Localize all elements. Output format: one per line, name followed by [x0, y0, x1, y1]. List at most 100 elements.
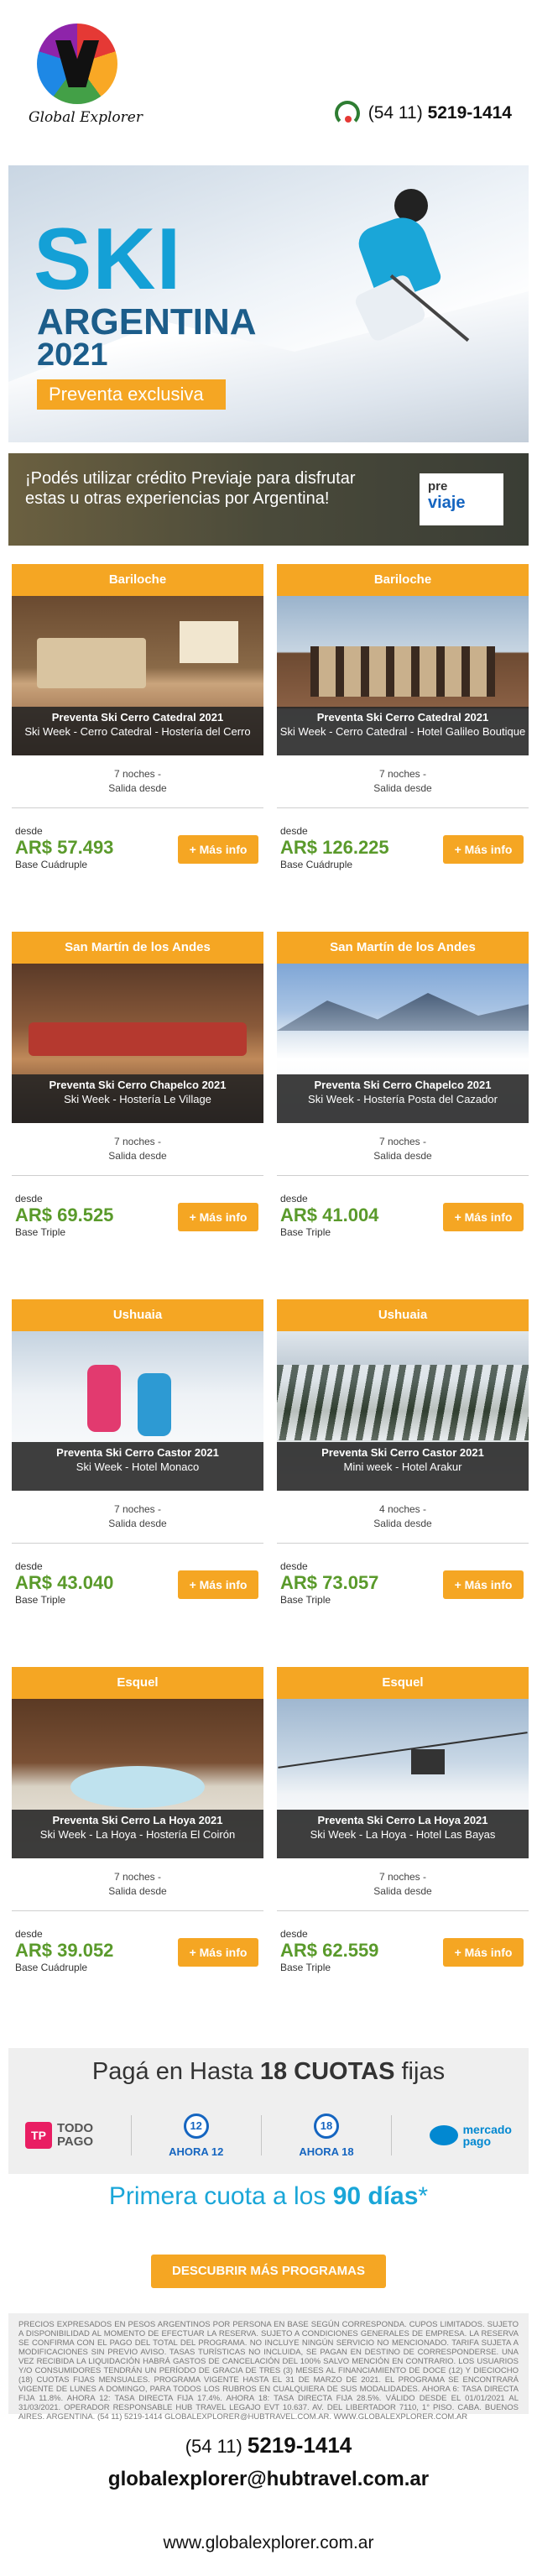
card-photo[interactable]: Preventa Ski Cerro Castor 2021 Ski Week … — [12, 1331, 263, 1491]
ahora12-icon: 12 — [183, 2113, 209, 2139]
first-fee-banner: Primera cuota a los 90 días* — [0, 2182, 537, 2211]
card-divider — [12, 807, 263, 808]
card-nights: 4 noches - — [378, 1503, 427, 1515]
card-photo[interactable]: Preventa Ski Cerro Castor 2021 Mini week… — [277, 1331, 529, 1491]
price-value: AR$ 57.493 — [15, 837, 114, 858]
card-destination: Bariloche — [12, 564, 263, 596]
card-departure: Salida desde — [373, 1885, 432, 1897]
more-info-button[interactable]: + Más info — [178, 1203, 258, 1231]
first-fee-pre: Primera cuota a los — [108, 2182, 326, 2210]
more-info-button[interactable]: + Más info — [178, 1570, 258, 1599]
header-phone[interactable]: (54 11) 5219-1414 — [334, 101, 512, 126]
price-base: Base Triple — [15, 1226, 66, 1238]
price-from-label: desde — [15, 825, 43, 837]
card-caption: Preventa Ski Cerro Chapelco 2021 Ski Wee… — [12, 1074, 263, 1123]
more-info-button[interactable]: + Más info — [443, 1938, 524, 1967]
card-destination: San Martín de los Andes — [277, 932, 529, 964]
more-info-button[interactable]: + Más info — [178, 835, 258, 864]
card-caption: Preventa Ski Cerro Chapelco 2021 Ski Wee… — [277, 1074, 529, 1123]
card-departure: Salida desde — [108, 1885, 167, 1897]
card-photo[interactable]: Preventa Ski Cerro Catedral 2021 Ski Wee… — [12, 596, 263, 755]
hero-tag: Preventa exclusiva — [37, 379, 226, 410]
card-description: Ski Week - Hotel Monaco — [76, 1460, 200, 1473]
ahora12-logo: 12 AHORA 12 — [169, 2113, 223, 2158]
payment-title-post: fijas — [401, 2058, 446, 2085]
more-info-button[interactable]: + Más info — [443, 1570, 524, 1599]
card-destination: Esquel — [12, 1667, 263, 1699]
card-meta: 7 noches - Salida desde — [12, 1870, 263, 1902]
product-grid: Bariloche Preventa Ski Cerro Catedral 20… — [12, 564, 529, 2035]
more-info-button[interactable]: + Más info — [443, 835, 524, 864]
hero-banner[interactable]: SKI ARGENTINA 2021 Preventa exclusiva — [8, 165, 529, 442]
card-photo[interactable]: Preventa Ski Cerro Chapelco 2021 Ski Wee… — [277, 964, 529, 1123]
card-nights: 7 noches - — [378, 1871, 427, 1883]
legal-disclaimer: PRECIOS EXPRESADOS EN PESOS ARGENTINOS P… — [8, 2313, 529, 2422]
footer-email-link[interactable]: globalexplorer@hubtravel.com.ar — [0, 2468, 537, 2491]
card-divider — [277, 1543, 529, 1544]
card-nights: 7 noches - — [378, 768, 427, 780]
card-caption: Preventa Ski Cerro Catedral 2021 Ski Wee… — [277, 707, 529, 755]
todopago-line1: TODO — [57, 2121, 94, 2135]
product-card: Bariloche Preventa Ski Cerro Catedral 20… — [12, 564, 263, 917]
more-info-button[interactable]: + Más info — [443, 1203, 524, 1231]
price-base: Base Cuádruple — [15, 859, 88, 870]
card-title: Preventa Ski Cerro Catedral 2021 — [316, 711, 489, 724]
card-price: desde AR$ 69.525 Base Triple + Más info — [12, 1188, 263, 1246]
card-nights: 7 noches - — [113, 1503, 162, 1515]
hero-skier-image — [336, 182, 470, 350]
card-meta: 7 noches - Salida desde — [12, 1135, 263, 1167]
payment-block: Pagá en Hasta 18 CUOTAS fijas TP TODO PA… — [8, 2048, 529, 2174]
footer-phone[interactable]: (54 11) 5219-1414 — [0, 2432, 537, 2458]
card-title: Preventa Ski Cerro Chapelco 2021 — [314, 1079, 492, 1091]
card-description: Mini week - Hotel Arakur — [343, 1460, 462, 1473]
mercadopago-line2: pago — [462, 2134, 492, 2148]
card-price: desde AR$ 126.225 Base Cuádruple + Más i… — [277, 820, 529, 879]
hero-subtitle: ARGENTINA — [37, 301, 257, 342]
card-caption: Preventa Ski Cerro Castor 2021 Mini week… — [277, 1442, 529, 1491]
price-base: Base Cuádruple — [280, 859, 353, 870]
todopago-logo: TP TODO PAGO — [25, 2122, 93, 2149]
card-photo[interactable]: Preventa Ski Cerro La Hoya 2021 Ski Week… — [12, 1699, 263, 1858]
product-card: Ushuaia Preventa Ski Cerro Castor 2021 S… — [12, 1299, 263, 1652]
card-nights: 7 noches - — [113, 1871, 162, 1883]
card-photo[interactable]: Preventa Ski Cerro Chapelco 2021 Ski Wee… — [12, 964, 263, 1123]
todopago-icon: TP — [25, 2122, 52, 2149]
product-row: Esquel Preventa Ski Cerro La Hoya 2021 S… — [12, 1667, 529, 2035]
product-row: San Martín de los Andes Preventa Ski Cer… — [12, 932, 529, 1299]
card-divider — [277, 807, 529, 808]
first-fee-asterisk: * — [418, 2182, 429, 2210]
more-info-button[interactable]: + Más info — [178, 1938, 258, 1967]
price-value: AR$ 62.559 — [280, 1940, 379, 1961]
ahora18-icon: 18 — [313, 2113, 339, 2139]
card-description: Ski Week - La Hoya - Hotel Las Bayas — [310, 1828, 496, 1841]
ahora18-logo: 18 AHORA 18 — [299, 2113, 354, 2158]
card-departure: Salida desde — [373, 1518, 432, 1529]
card-caption: Preventa Ski Cerro La Hoya 2021 Ski Week… — [12, 1810, 263, 1858]
product-card: San Martín de los Andes Preventa Ski Cer… — [12, 932, 263, 1284]
discover-more-button[interactable]: DESCUBRIR MÁS PROGRAMAS — [151, 2255, 386, 2288]
logo-mark-icon — [37, 24, 117, 104]
card-destination: Ushuaia — [12, 1299, 263, 1331]
footer-website-link[interactable]: www.globalexplorer.com.ar — [0, 2533, 537, 2553]
footer-phone-prefix: (54 11) — [185, 2436, 242, 2457]
global-explorer-logo[interactable]: Global Explorer — [29, 24, 143, 133]
headset-icon — [334, 101, 360, 126]
hero-title: SKI — [34, 211, 182, 308]
card-photo[interactable]: Preventa Ski Cerro La Hoya 2021 Ski Week… — [277, 1699, 529, 1858]
card-description: Ski Week - Hostería Le Village — [64, 1093, 211, 1105]
previaje-banner[interactable]: ¡Podés utilizar crédito Previaje para di… — [8, 453, 529, 546]
card-price: desde AR$ 57.493 Base Cuádruple + Más in… — [12, 820, 263, 879]
price-base: Base Triple — [280, 1962, 331, 1973]
previaje-logo: pre viaje — [420, 473, 503, 525]
price-value: AR$ 43.040 — [15, 1572, 114, 1593]
card-departure: Salida desde — [108, 782, 167, 794]
card-photo[interactable]: Preventa Ski Cerro Catedral 2021 Ski Wee… — [277, 596, 529, 755]
header-phone-number: 5219-1414 — [427, 103, 512, 123]
first-fee-bold: 90 días — [332, 2182, 419, 2210]
previaje-logo-line1: pre — [428, 479, 448, 494]
card-caption: Preventa Ski Cerro Castor 2021 Ski Week … — [12, 1442, 263, 1491]
mercadopago-text: mercado pago — [463, 2124, 512, 2147]
price-value: AR$ 41.004 — [280, 1204, 379, 1225]
product-card: Ushuaia Preventa Ski Cerro Castor 2021 M… — [277, 1299, 529, 1652]
card-divider — [12, 1175, 263, 1176]
